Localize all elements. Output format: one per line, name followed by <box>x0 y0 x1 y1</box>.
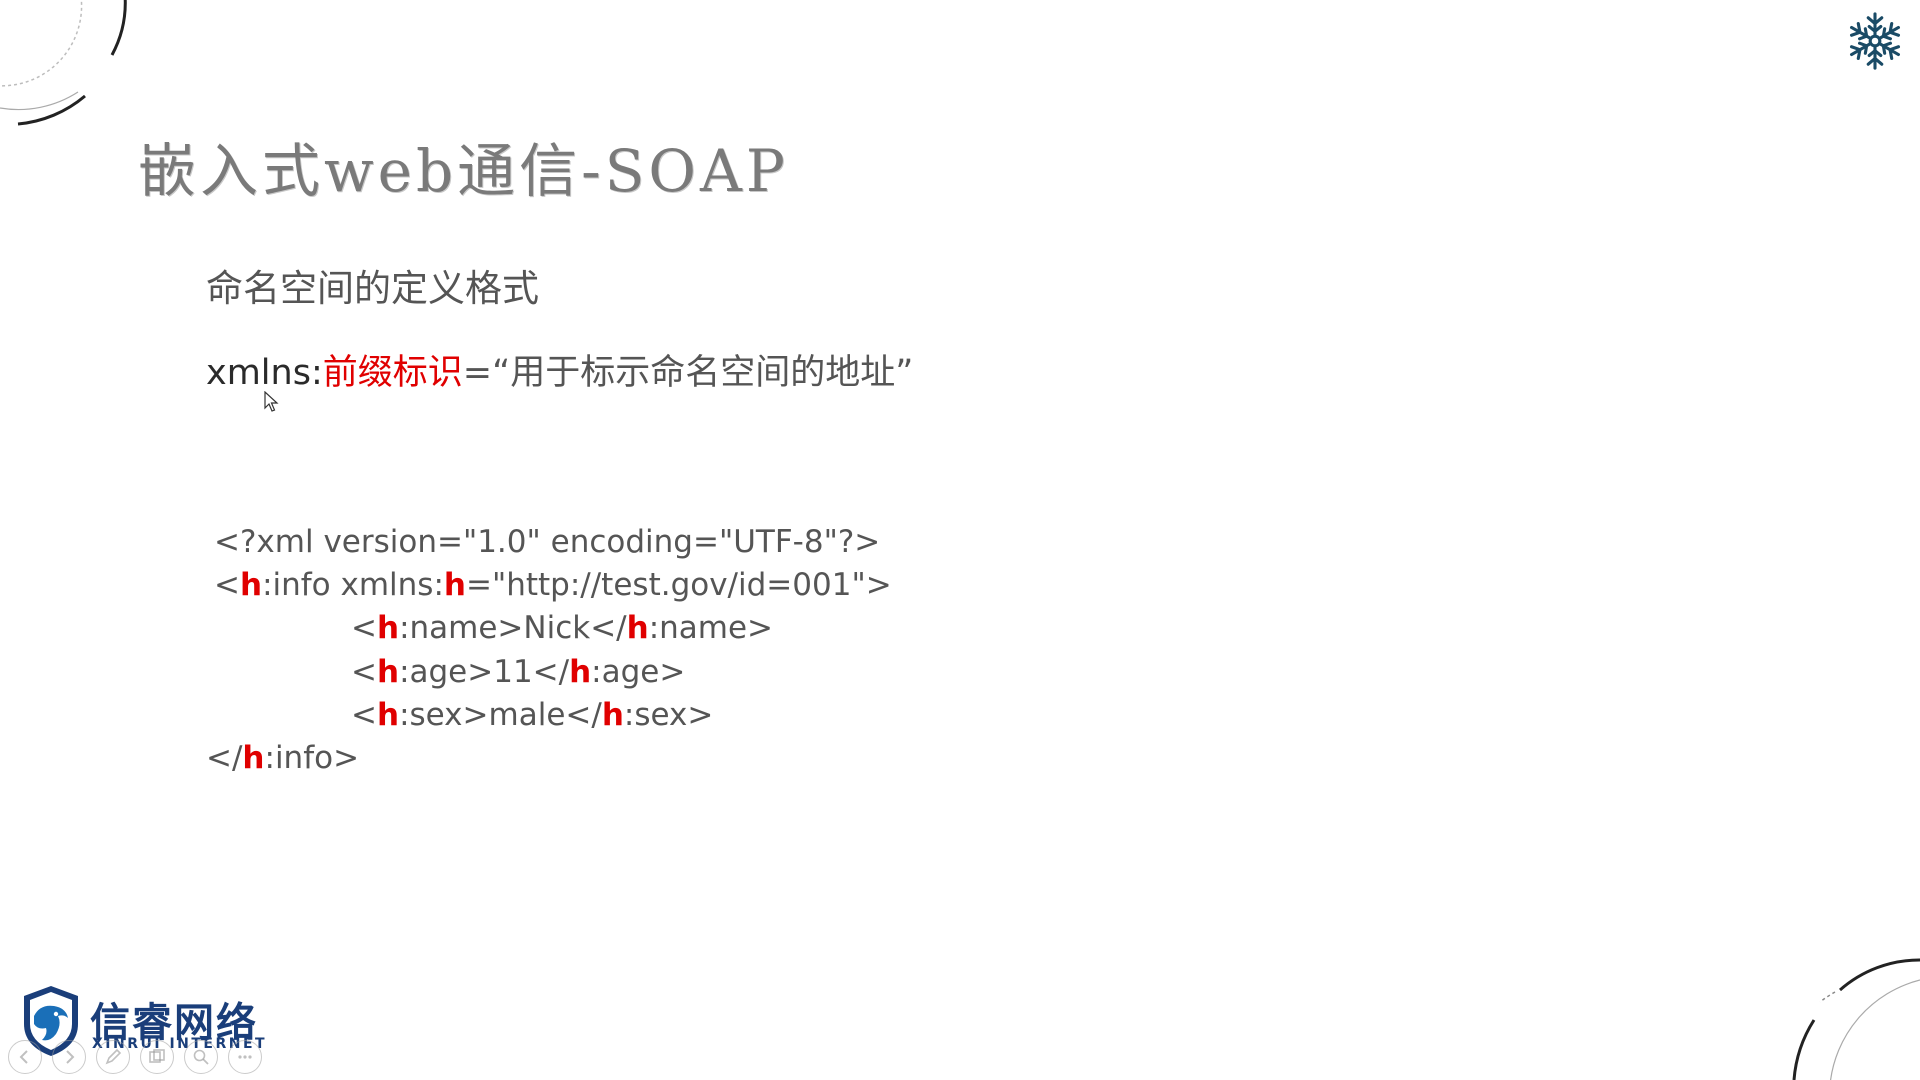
code-line: <h:sex>male</h:sex> <box>351 697 713 733</box>
slideshow-controls <box>8 1040 262 1074</box>
slide-overview-button[interactable] <box>140 1040 174 1074</box>
namespace-prefix: h <box>569 654 592 690</box>
code-text: :name>Nick</ <box>399 610 627 646</box>
previous-slide-button[interactable] <box>8 1040 42 1074</box>
code-text: :sex> <box>623 697 714 733</box>
mouse-cursor-icon <box>264 391 279 412</box>
slides-icon <box>149 1049 165 1063</box>
format-prefix: xmlns: <box>206 353 323 393</box>
namespace-prefix: h <box>443 567 466 603</box>
corner-arc-decoration-top-left <box>0 0 127 126</box>
code-text: < <box>351 697 377 733</box>
code-text: :age> <box>591 654 686 690</box>
code-text: :name> <box>648 610 774 646</box>
code-text: </ <box>206 740 243 776</box>
section-heading: 命名空间的定义格式 <box>206 267 539 310</box>
arrow-left-icon <box>19 1050 28 1064</box>
namespace-prefix: h <box>601 697 624 733</box>
code-line: <?xml version="1.0" encoding="UTF-8"?> <box>214 524 880 560</box>
code-text: <?xml version="1.0" encoding="UTF-8"?> <box>214 524 881 560</box>
format-suffix: =“用于标示命名空间的地址” <box>462 353 914 393</box>
code-text: < <box>351 654 377 690</box>
code-line: <h:age>11</h:age> <box>351 654 685 690</box>
corner-arc-decoration-bottom-right <box>1792 958 1920 1080</box>
zoom-button[interactable] <box>184 1040 218 1074</box>
code-line: <h:info xmlns:h="http://test.gov/id=001"… <box>214 567 892 603</box>
namespace-prefix: h <box>376 697 400 733</box>
slide-title: 嵌入式web通信-SOAP <box>138 137 789 205</box>
namespace-prefix: h <box>242 740 265 776</box>
next-slide-button[interactable] <box>52 1040 86 1074</box>
code-line: <h:name>Nick</h:name> <box>351 610 773 646</box>
namespace-prefix: h <box>376 654 400 690</box>
namespace-prefix: h <box>626 610 649 646</box>
code-text: :info> <box>264 740 360 776</box>
more-options-button[interactable] <box>228 1040 262 1074</box>
code-text: :age>11</ <box>399 654 570 690</box>
arrow-right-icon <box>66 1050 75 1064</box>
namespace-prefix: h <box>376 610 400 646</box>
code-text: < <box>351 610 377 646</box>
code-text: ="http://test.gov/id=001"> <box>465 567 892 603</box>
code-text: :info xmlns: <box>262 567 444 603</box>
code-text: < <box>214 567 240 603</box>
snowflake-icon <box>1846 12 1904 70</box>
format-highlight: 前缀标识 <box>322 353 463 393</box>
pen-icon <box>105 1048 122 1065</box>
code-line: </h:info> <box>206 740 359 776</box>
namespace-prefix: h <box>239 567 263 603</box>
magnifier-icon <box>193 1049 209 1065</box>
pen-tool-button[interactable] <box>96 1040 130 1074</box>
code-text: :sex>male</ <box>399 697 602 733</box>
more-dots-icon <box>238 1055 252 1059</box>
presentation-slide: 嵌入式web通信-SOAP 命名空间的定义格式 xmlns:前缀标识=“用于标示… <box>0 0 1920 1080</box>
namespace-format-line: xmlns:前缀标识=“用于标示命名空间的地址” <box>206 344 913 395</box>
